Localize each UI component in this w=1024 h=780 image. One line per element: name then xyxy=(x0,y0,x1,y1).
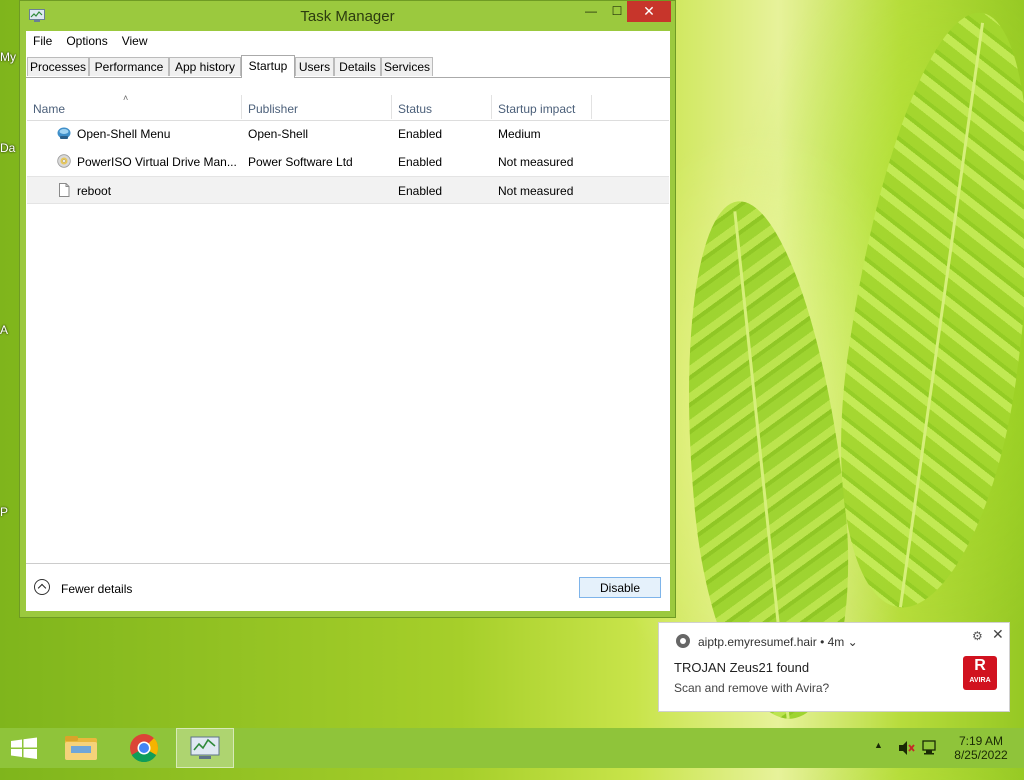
clock-time: 7:19 AM xyxy=(958,734,1004,748)
notification-age: • 4m ⌄ xyxy=(820,635,858,649)
notification-origin: aiptp.emyresumef.hair xyxy=(698,635,817,649)
windows-logo-icon xyxy=(11,737,37,759)
row-status: Enabled xyxy=(398,184,443,198)
table-header: ˄ Name Publisher Status Startup impact xyxy=(27,78,669,121)
clock[interactable]: 7:19 AM 8/25/2022 xyxy=(946,734,1016,762)
column-divider[interactable] xyxy=(591,95,592,119)
notification-source: aiptp.emyresumef.hair • 4m ⌄ xyxy=(698,635,858,649)
chrome-icon xyxy=(130,734,158,762)
column-divider[interactable] xyxy=(391,95,392,119)
tab-services[interactable]: Services xyxy=(381,57,433,76)
row-status: Enabled xyxy=(398,155,443,169)
show-hidden-icons-arrow[interactable]: ▲ xyxy=(874,740,883,780)
notification-toast[interactable]: aiptp.emyresumef.hair • 4m ⌄ ⚙ ✕ TROJAN … xyxy=(658,622,1010,712)
network-icon[interactable] xyxy=(920,728,940,768)
minimize-button[interactable]: — xyxy=(578,1,604,22)
tab-startup[interactable]: Startup xyxy=(241,55,295,78)
chrome-icon xyxy=(676,634,690,648)
table-row[interactable]: Open-Shell Menu Open-Shell Enabled Mediu… xyxy=(27,120,669,147)
row-publisher: Power Software Ltd xyxy=(248,155,353,169)
avira-logo-mark: R xyxy=(974,657,986,674)
tab-users[interactable]: Users xyxy=(295,57,334,76)
row-impact: Not measured xyxy=(498,155,574,169)
taskbar: ▲ 7:19 AM 8/25/2022 xyxy=(0,728,1024,768)
desktop-icon-label[interactable]: My xyxy=(0,50,16,64)
title-bar[interactable]: Task Manager — ☐ ✕ xyxy=(20,1,675,31)
disable-button[interactable]: Disable xyxy=(579,577,661,598)
desktop-icon-label[interactable]: Da xyxy=(0,141,15,155)
notification-title: TROJAN Zeus21 found xyxy=(674,660,810,675)
tab-details[interactable]: Details xyxy=(334,57,381,76)
start-button[interactable] xyxy=(0,728,48,768)
column-header-publisher[interactable]: Publisher xyxy=(248,102,298,116)
row-name: reboot xyxy=(77,184,112,198)
avira-logo-icon: R AVIRA xyxy=(963,656,997,690)
chrome-button[interactable] xyxy=(120,728,170,768)
file-explorer-button[interactable] xyxy=(56,728,106,768)
folder-icon xyxy=(65,736,97,760)
close-icon[interactable]: ✕ xyxy=(992,626,1004,643)
task-manager-window: Task Manager — ☐ ✕ File Options View Proce… xyxy=(19,0,676,618)
tab-strip: Processes Performance App history Startu… xyxy=(26,55,670,78)
task-manager-taskbar-button[interactable] xyxy=(176,728,234,768)
window-client: File Options View Processes Performance Ap… xyxy=(26,31,670,611)
task-manager-icon xyxy=(190,736,220,759)
row-name: PowerISO Virtual Drive Man... xyxy=(77,155,237,169)
open-shell-icon xyxy=(57,127,71,139)
table-row-selected[interactable]: reboot Enabled Not measured xyxy=(27,176,669,204)
row-impact: Not measured xyxy=(498,184,574,198)
startup-table: ˄ Name Publisher Status Startup impact O… xyxy=(27,78,669,564)
desktop-icon-label[interactable]: A xyxy=(0,323,8,337)
table-row[interactable]: PowerISO Virtual Drive Man... Power Soft… xyxy=(27,148,669,175)
window-title: Task Manager xyxy=(300,8,395,25)
poweriso-icon xyxy=(57,154,71,168)
close-button[interactable]: ✕ xyxy=(627,1,671,22)
footer-bar: Fewer details Disable xyxy=(26,563,670,612)
menu-bar: File Options View xyxy=(26,31,670,51)
column-header-status[interactable]: Status xyxy=(398,102,432,116)
fewer-details-link[interactable]: Fewer details xyxy=(61,582,132,596)
gear-icon[interactable]: ⚙ xyxy=(972,629,983,643)
column-divider[interactable] xyxy=(241,95,242,119)
column-header-name[interactable]: Name xyxy=(33,102,65,116)
clock-date: 8/25/2022 xyxy=(954,748,1008,762)
menu-file[interactable]: File xyxy=(26,31,59,52)
menu-view[interactable]: View xyxy=(115,31,155,52)
tab-performance[interactable]: Performance xyxy=(89,57,169,76)
row-impact: Medium xyxy=(498,127,541,141)
row-publisher: Open-Shell xyxy=(248,127,309,141)
notification-body: Scan and remove with Avira? xyxy=(674,681,830,695)
tab-app-history[interactable]: App history xyxy=(169,57,241,76)
row-name: Open-Shell Menu xyxy=(77,127,171,141)
desktop-icon-label[interactable]: P xyxy=(0,505,8,519)
file-icon xyxy=(59,183,70,197)
row-status: Enabled xyxy=(398,127,443,141)
speaker-muted-icon[interactable] xyxy=(896,728,916,768)
avira-logo-text: AVIRA xyxy=(969,677,991,684)
column-divider[interactable] xyxy=(491,95,492,119)
tab-processes[interactable]: Processes xyxy=(27,57,89,76)
column-header-startup-impact[interactable]: Startup impact xyxy=(498,102,575,116)
chevron-up-circle-icon[interactable] xyxy=(34,579,50,595)
menu-options[interactable]: Options xyxy=(59,31,114,52)
sort-ascending-icon: ˄ xyxy=(123,93,129,103)
